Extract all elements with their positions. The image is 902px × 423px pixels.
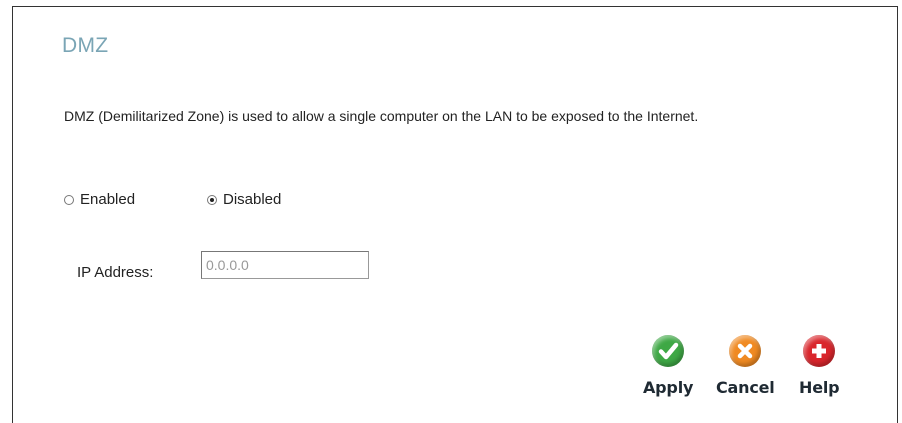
cancel-label[interactable]: Cancel xyxy=(716,378,775,397)
radio-enabled-button[interactable] xyxy=(64,194,74,205)
dmz-panel: DMZ DMZ (Demilitarized Zone) is used to … xyxy=(12,6,898,423)
radio-disabled-label: Disabled xyxy=(223,191,282,208)
radio-disabled-button[interactable] xyxy=(207,194,217,205)
cancel-button[interactable]: Cancel xyxy=(716,335,775,397)
radio-enabled[interactable]: Enabled xyxy=(64,191,135,208)
ip-address-field[interactable] xyxy=(201,251,369,279)
radio-enabled-label: Enabled xyxy=(80,191,136,208)
apply-label[interactable]: Apply xyxy=(643,378,693,397)
ip-address-label: IP Address: xyxy=(77,264,154,281)
page-title: DMZ xyxy=(62,34,109,57)
check-icon[interactable] xyxy=(652,335,685,367)
page-description: DMZ (Demilitarized Zone) is used to allo… xyxy=(64,108,699,124)
x-icon[interactable] xyxy=(729,335,762,367)
help-label[interactable]: Help xyxy=(799,378,840,397)
radio-disabled[interactable]: Disabled xyxy=(207,191,281,208)
plus-icon[interactable] xyxy=(803,335,836,367)
help-button[interactable]: Help xyxy=(799,335,840,397)
apply-button[interactable]: Apply xyxy=(643,335,693,397)
